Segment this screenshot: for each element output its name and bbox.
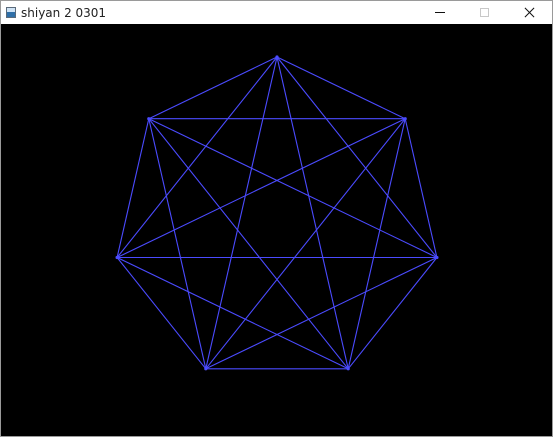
close-button[interactable] — [507, 1, 552, 24]
heptagon-graph — [115, 55, 439, 371]
graph-edge — [116, 118, 150, 258]
graph-vertex — [403, 117, 407, 121]
graph-vertex — [147, 117, 151, 121]
title-bar[interactable]: shiyan 2 0301 — [1, 1, 552, 24]
graph-edge — [205, 257, 438, 370]
maximize-icon — [480, 8, 489, 17]
graph-edge — [276, 56, 438, 258]
graph-vertex — [435, 255, 439, 260]
window-controls — [417, 1, 552, 24]
graph-edge — [404, 118, 438, 258]
graph-edge — [205, 56, 278, 369]
app-window-icon — [6, 7, 16, 18]
minimize-button[interactable] — [417, 1, 462, 24]
graph-edge — [116, 257, 349, 370]
close-icon — [524, 7, 535, 18]
graph-vertex — [115, 255, 119, 260]
window-title: shiyan 2 0301 — [21, 5, 107, 20]
graph-edge — [148, 118, 349, 370]
graph-edge — [116, 257, 207, 370]
graph-edge — [148, 56, 278, 120]
drawing-canvas — [1, 24, 552, 436]
app-window: shiyan 2 0301 — [0, 0, 553, 437]
minimize-icon — [434, 12, 445, 13]
graph-edge — [276, 56, 349, 369]
graph-edge — [148, 118, 438, 258]
graph-vertex — [346, 367, 350, 371]
graph-edge — [276, 56, 406, 120]
graph-edge — [347, 257, 438, 370]
graph-vertex — [275, 55, 279, 59]
maximize-button[interactable] — [462, 1, 507, 24]
graph-edge — [205, 118, 406, 370]
graph-edge — [116, 56, 278, 258]
graph-vertex — [204, 367, 208, 371]
graph-edge — [116, 118, 406, 258]
